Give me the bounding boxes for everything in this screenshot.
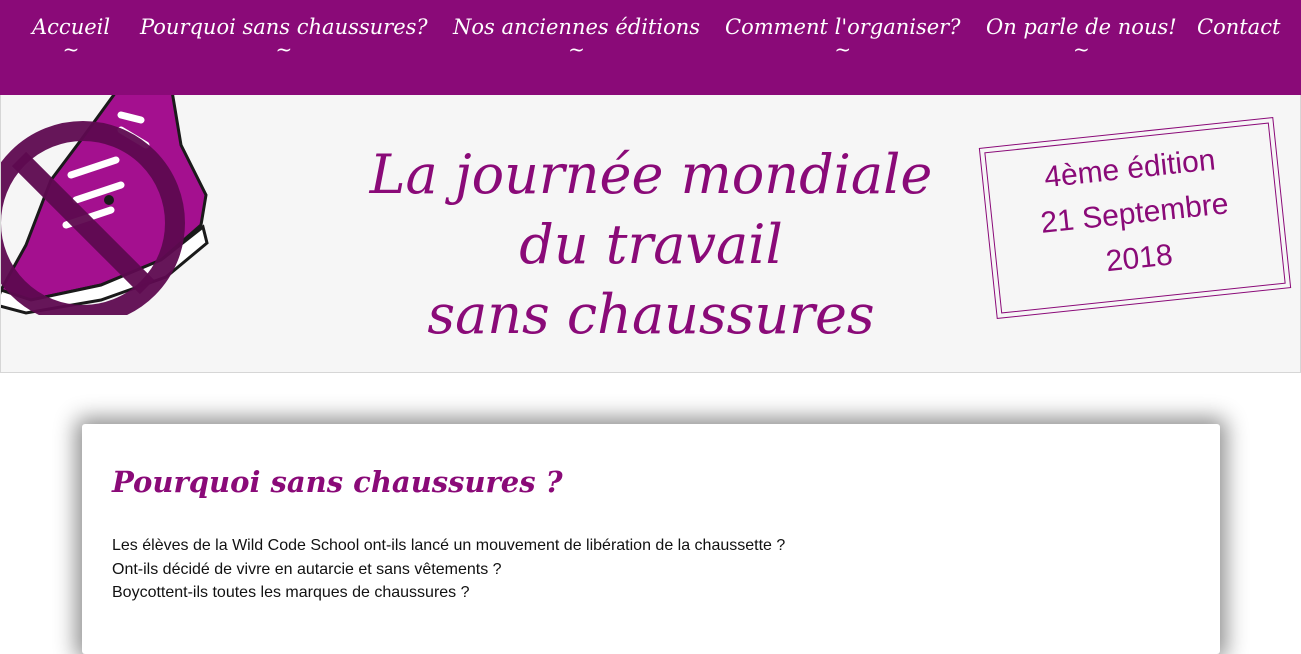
- page-title: La journée mondiale du travail sans chau…: [331, 140, 971, 350]
- content-card: Pourquoi sans chaussures ? Les élèves de…: [82, 424, 1220, 654]
- no-sneaker-icon: [1, 95, 209, 315]
- nav-item-organiser[interactable]: Comment l'organiser? ~: [725, 12, 961, 61]
- title-line: du travail: [519, 213, 783, 276]
- nav-label: On parle de nous!: [986, 15, 1177, 39]
- nav-item-on-parle-de-nous[interactable]: On parle de nous! ~: [986, 12, 1177, 61]
- top-navigation: Accueil ~ Pourquoi sans chaussures? ~ No…: [0, 0, 1301, 95]
- hero-banner: La journée mondiale du travail sans chau…: [0, 95, 1301, 373]
- nav-label: Pourquoi sans chaussures?: [140, 15, 428, 39]
- nav-label: Comment l'organiser?: [725, 15, 961, 39]
- section-paragraph: Les élèves de la Wild Code School ont-il…: [112, 534, 785, 605]
- edition-stamp: 4ème édition 21 Septembre 2018: [978, 117, 1292, 319]
- paragraph-line: Les élèves de la Wild Code School ont-il…: [112, 537, 786, 554]
- title-line: sans chaussures: [427, 283, 875, 346]
- paragraph-line: Boycottent-ils toutes les marques de cha…: [112, 584, 470, 601]
- nav-item-anciennes-editions[interactable]: Nos anciennes éditions ~: [453, 12, 701, 61]
- nav-tilde: ~: [834, 37, 852, 61]
- nav-item-contact[interactable]: Contact: [1197, 12, 1280, 42]
- paragraph-line: Ont-ils décidé de vivre en autarcie et s…: [112, 560, 502, 578]
- nav-tilde: ~: [62, 37, 80, 61]
- nav-item-pourquoi[interactable]: Pourquoi sans chaussures? ~: [140, 12, 428, 61]
- nav-tilde: ~: [1072, 37, 1090, 61]
- nav-label: Nos anciennes éditions: [453, 15, 701, 39]
- nav-label: Contact: [1197, 15, 1281, 39]
- nav-label: Accueil: [32, 15, 111, 39]
- title-line: La journée mondiale: [369, 143, 933, 206]
- nav-item-accueil[interactable]: Accueil ~: [32, 12, 111, 61]
- nav-tilde: ~: [568, 37, 585, 61]
- section-heading: Pourquoi sans chaussures ?: [112, 465, 563, 499]
- nav-tilde: ~: [275, 37, 293, 61]
